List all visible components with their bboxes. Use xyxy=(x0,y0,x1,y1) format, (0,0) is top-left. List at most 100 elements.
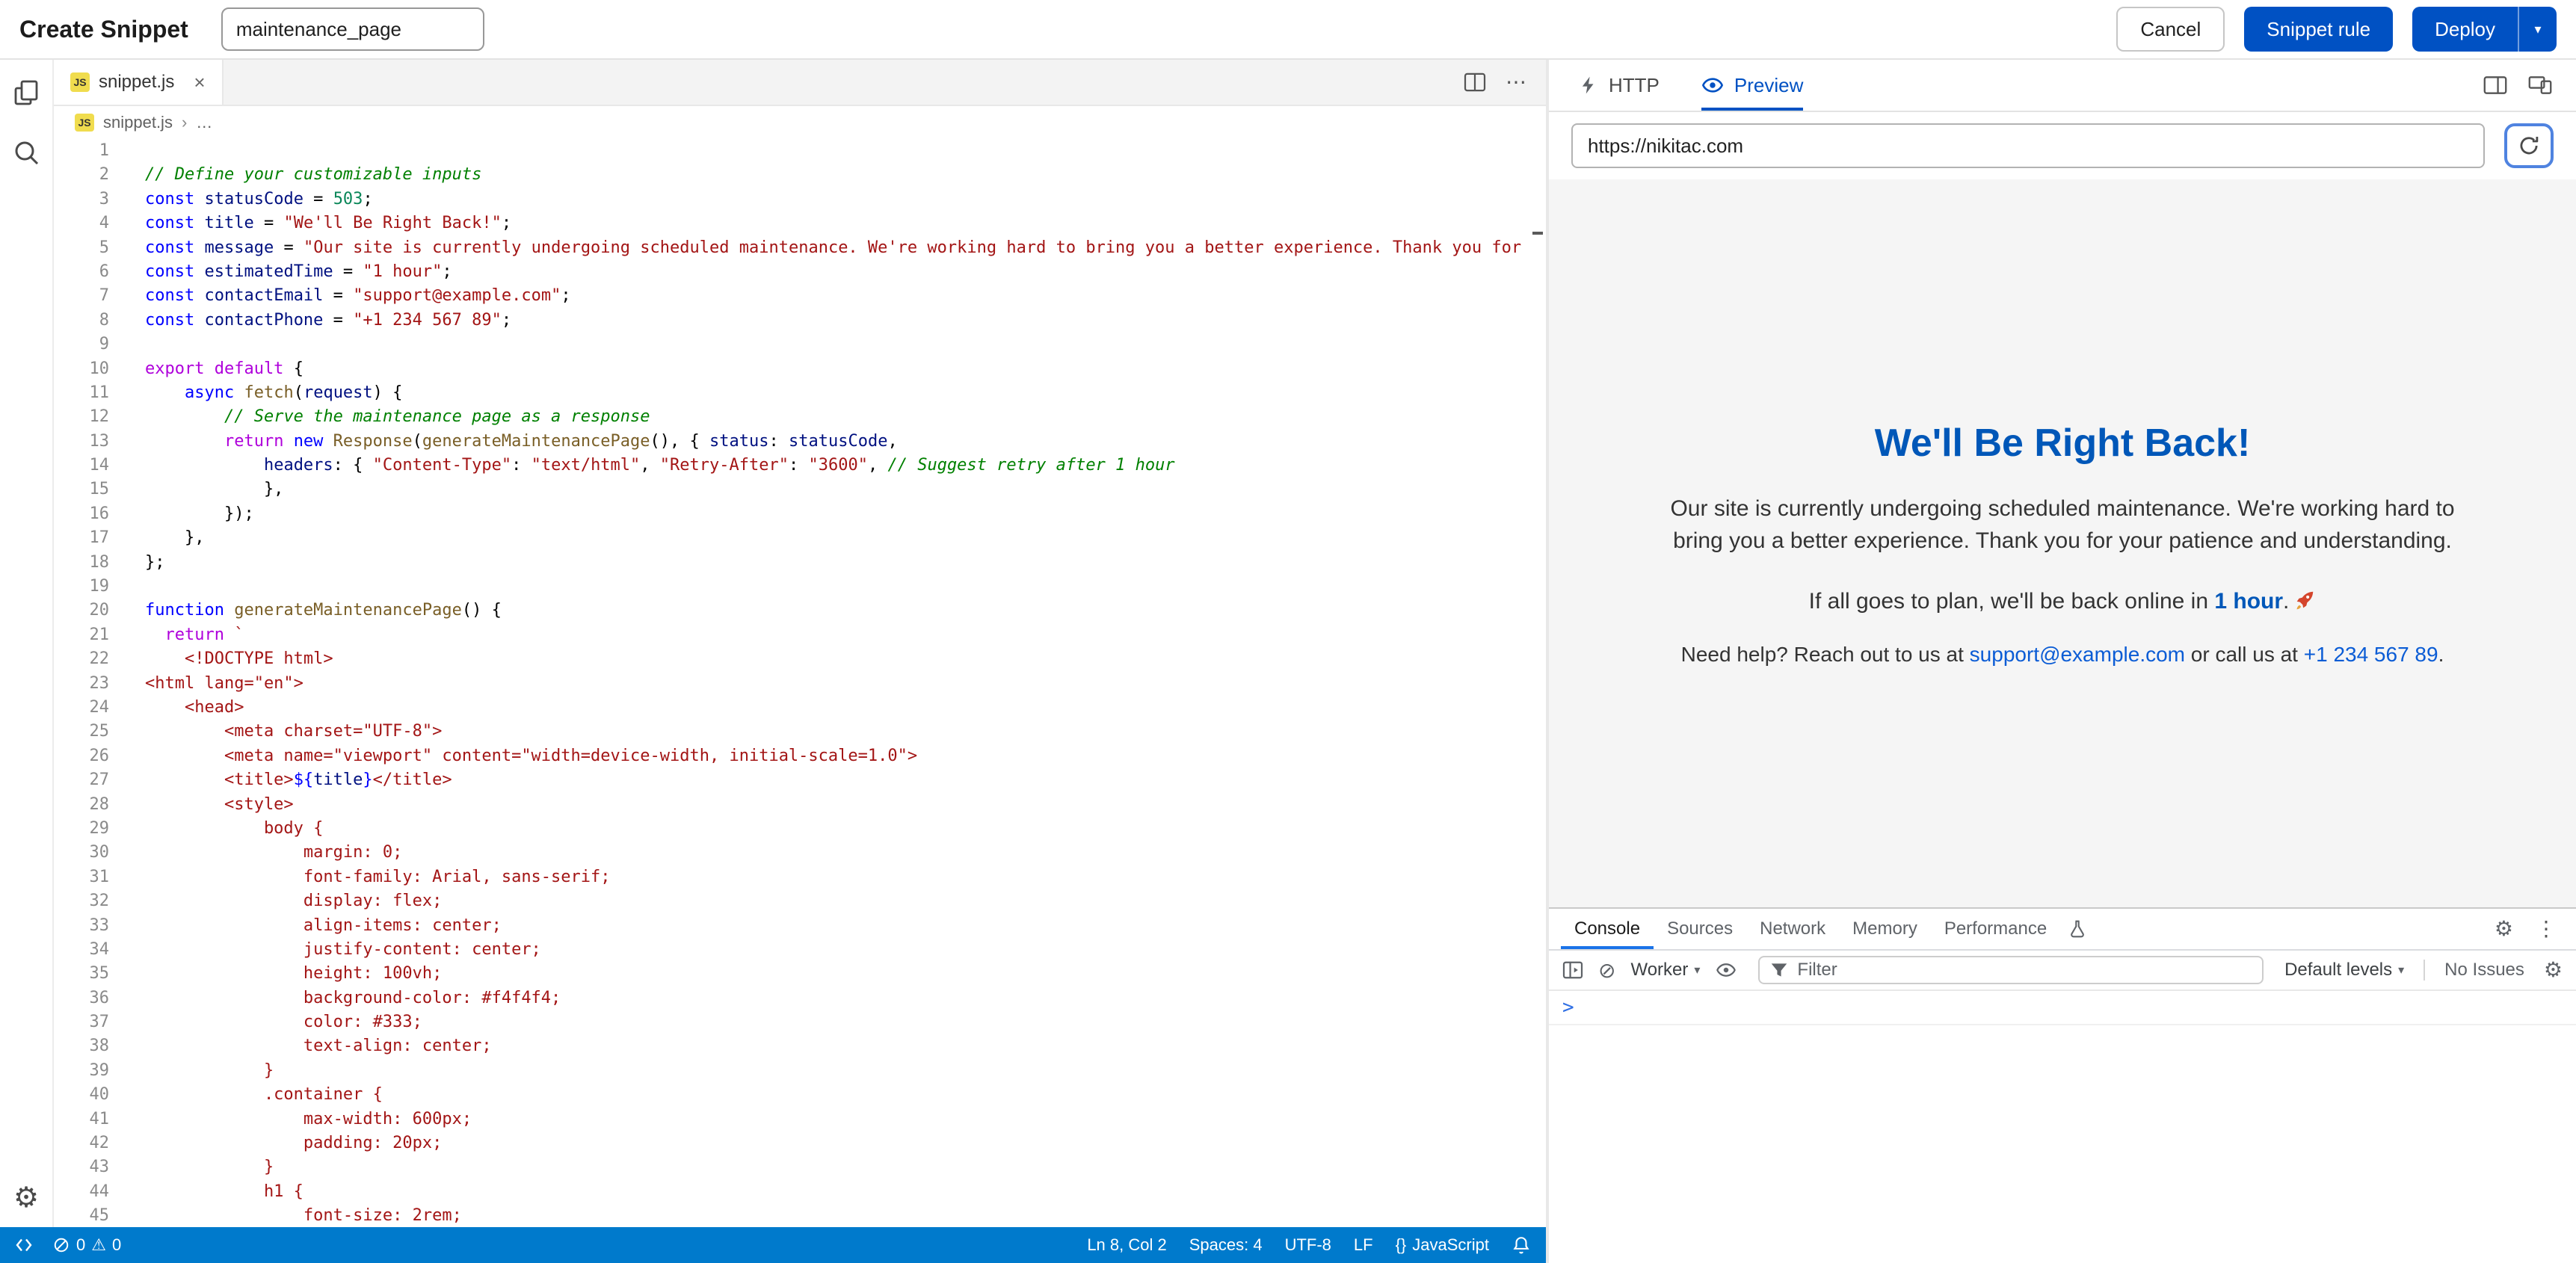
line-number[interactable]: 7 xyxy=(54,284,109,308)
line-content[interactable] xyxy=(109,139,145,163)
settings-gear-icon[interactable]: ⚙ xyxy=(13,1184,39,1212)
email-link[interactable]: support@example.com xyxy=(1970,643,2185,666)
line-content[interactable]: font-family: Arial, sans-serif; xyxy=(109,865,611,889)
line-number[interactable]: 19 xyxy=(54,575,109,599)
line-content[interactable]: const contactPhone = "+1 234 567 89"; xyxy=(109,309,511,333)
code-line[interactable]: 34 justify-content: center; xyxy=(54,938,1546,962)
line-number[interactable]: 25 xyxy=(54,720,109,744)
breadcrumb-file[interactable]: snippet.js xyxy=(103,113,173,132)
line-number[interactable]: 41 xyxy=(54,1108,109,1131)
phone-link[interactable]: +1 234 567 89 xyxy=(2304,643,2438,666)
line-content[interactable]: } xyxy=(109,1059,274,1083)
flask-icon[interactable] xyxy=(2060,909,2095,949)
refresh-button[interactable] xyxy=(2504,123,2554,168)
code-line[interactable]: 23<html lang="en"> xyxy=(54,672,1546,696)
code-line[interactable]: 5const message = "Our site is currently … xyxy=(54,236,1546,260)
line-number[interactable]: 16 xyxy=(54,502,109,526)
code-line[interactable]: 39 } xyxy=(54,1059,1546,1083)
code-line[interactable]: 26 <meta name="viewport" content="width=… xyxy=(54,744,1546,768)
line-number[interactable]: 14 xyxy=(54,454,109,478)
breadcrumb[interactable]: JS snippet.js › … xyxy=(54,106,1546,139)
code-line[interactable]: 31 font-family: Arial, sans-serif; xyxy=(54,865,1546,889)
line-number[interactable]: 11 xyxy=(54,381,109,405)
line-number[interactable]: 38 xyxy=(54,1034,109,1058)
filter-input[interactable] xyxy=(1797,960,2252,981)
line-content[interactable]: }, xyxy=(109,478,283,501)
line-number[interactable]: 1 xyxy=(54,139,109,163)
code-line[interactable]: 45 font-size: 2rem; xyxy=(54,1204,1546,1227)
snippet-rule-button[interactable]: Snippet rule xyxy=(2244,7,2393,52)
line-content[interactable]: h1 { xyxy=(109,1180,303,1204)
line-content[interactable]: return ` xyxy=(109,623,244,647)
line-content[interactable]: color: #333; xyxy=(109,1010,422,1034)
line-number[interactable]: 45 xyxy=(54,1204,109,1227)
line-number[interactable]: 33 xyxy=(54,914,109,938)
line-content[interactable]: align-items: center; xyxy=(109,914,502,938)
code-line[interactable]: 37 color: #333; xyxy=(54,1010,1546,1034)
line-number[interactable]: 35 xyxy=(54,962,109,986)
breadcrumb-symbol[interactable]: … xyxy=(196,113,212,132)
code-line[interactable]: 41 max-width: 600px; xyxy=(54,1108,1546,1131)
code-line[interactable]: 42 padding: 20px; xyxy=(54,1131,1546,1155)
indentation[interactable]: Spaces: 4 xyxy=(1189,1235,1263,1255)
line-content[interactable]: max-width: 600px; xyxy=(109,1108,472,1131)
line-content[interactable]: font-size: 2rem; xyxy=(109,1204,462,1227)
line-number[interactable]: 8 xyxy=(54,309,109,333)
line-content[interactable]: const estimatedTime = "1 hour"; xyxy=(109,260,452,284)
files-icon[interactable] xyxy=(11,78,41,108)
code-line[interactable]: 6const estimatedTime = "1 hour"; xyxy=(54,260,1546,284)
tab-preview[interactable]: Preview xyxy=(1701,60,1803,111)
line-number[interactable]: 2 xyxy=(54,163,109,187)
bell-icon[interactable] xyxy=(1512,1235,1531,1255)
more-actions-icon[interactable]: ⋯ xyxy=(1506,72,1526,93)
code-line[interactable]: 20function generateMaintenancePage() { xyxy=(54,599,1546,623)
line-number[interactable]: 39 xyxy=(54,1059,109,1083)
line-number[interactable]: 20 xyxy=(54,599,109,623)
line-content[interactable]: text-align: center; xyxy=(109,1034,492,1058)
line-content[interactable] xyxy=(109,575,145,599)
line-content[interactable]: // Serve the maintenance page as a respo… xyxy=(109,405,650,429)
devtools-settings-icon[interactable]: ⚙ xyxy=(2495,918,2513,939)
encoding[interactable]: UTF-8 xyxy=(1285,1235,1331,1255)
line-number[interactable]: 24 xyxy=(54,696,109,720)
code-line[interactable]: 10export default { xyxy=(54,357,1546,381)
url-input[interactable] xyxy=(1571,123,2485,168)
line-number[interactable]: 31 xyxy=(54,865,109,889)
line-content[interactable]: async fetch(request) { xyxy=(109,381,402,405)
code-editor[interactable]: 12// Define your customizable inputs3con… xyxy=(54,139,1546,1227)
clear-console-icon[interactable]: ⊘ xyxy=(1598,958,1615,983)
remote-indicator-icon[interactable] xyxy=(15,1236,33,1254)
line-content[interactable]: height: 100vh; xyxy=(109,962,442,986)
line-content[interactable]: body { xyxy=(109,817,323,841)
devtools-menu-icon[interactable]: ⋮ xyxy=(2536,918,2557,939)
console-prompt-row[interactable]: > xyxy=(1549,991,2576,1025)
problems-indicator[interactable]: 0 ⚠ 0 xyxy=(52,1235,121,1255)
code-line[interactable]: 22 <!DOCTYPE html> xyxy=(54,647,1546,671)
tab-console[interactable]: Console xyxy=(1561,909,1654,949)
line-content[interactable]: const message = "Our site is currently u… xyxy=(109,236,1546,260)
line-content[interactable]: <title>${title}</title> xyxy=(109,768,452,792)
line-number[interactable]: 4 xyxy=(54,211,109,235)
code-line[interactable]: 30 margin: 0; xyxy=(54,841,1546,865)
line-number[interactable]: 43 xyxy=(54,1155,109,1179)
line-number[interactable]: 37 xyxy=(54,1010,109,1034)
code-line[interactable]: 12 // Serve the maintenance page as a re… xyxy=(54,405,1546,429)
line-number[interactable]: 40 xyxy=(54,1083,109,1107)
console-settings-icon[interactable]: ⚙ xyxy=(2544,960,2563,981)
code-line[interactable]: 1 xyxy=(54,139,1546,163)
line-number[interactable]: 10 xyxy=(54,357,109,381)
code-line[interactable]: 35 height: 100vh; xyxy=(54,962,1546,986)
code-line[interactable]: 27 <title>${title}</title> xyxy=(54,768,1546,792)
columns-layout-icon[interactable] xyxy=(2483,75,2507,96)
device-toolbar-icon[interactable] xyxy=(2528,75,2552,96)
issues-counter[interactable]: No Issues xyxy=(2444,960,2524,981)
code-line[interactable]: 14 headers: { "Content-Type": "text/html… xyxy=(54,454,1546,478)
eol-sequence[interactable]: LF xyxy=(1354,1235,1373,1255)
line-number[interactable]: 3 xyxy=(54,188,109,211)
deploy-dropdown-button[interactable]: ▾ xyxy=(2518,7,2557,52)
code-line[interactable]: 32 display: flex; xyxy=(54,889,1546,913)
line-content[interactable]: const title = "We'll Be Right Back!"; xyxy=(109,211,511,235)
code-line[interactable]: 11 async fetch(request) { xyxy=(54,381,1546,405)
line-number[interactable]: 36 xyxy=(54,986,109,1010)
tab-sources[interactable]: Sources xyxy=(1654,909,1746,949)
